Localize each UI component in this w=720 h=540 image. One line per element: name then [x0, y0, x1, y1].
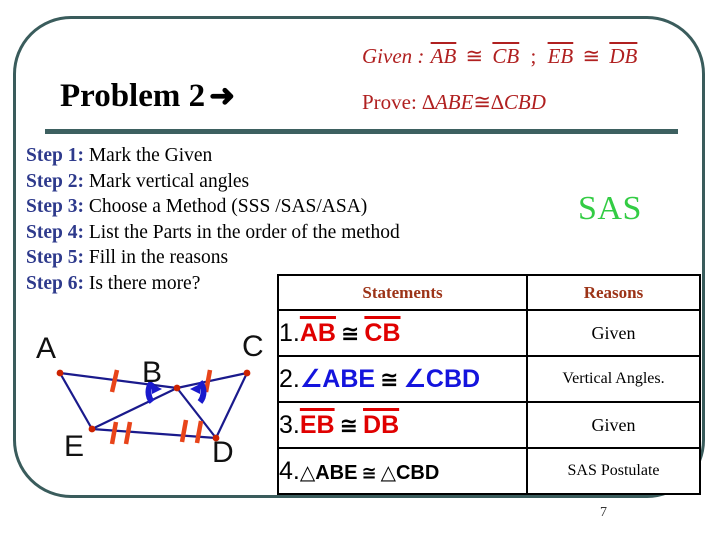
statement-left-4: △ABE — [299, 461, 358, 484]
statement-left-3: EB — [299, 410, 335, 439]
title-divider — [45, 129, 678, 134]
given-segment-2: CB — [492, 44, 520, 68]
congruent-icon: ≅ — [361, 462, 377, 483]
triangle-icon-1: ∆ — [422, 90, 435, 114]
statement-cell-4: 4.△ABE ≅ △CBD — [277, 447, 528, 495]
given-segment-3: EB — [547, 44, 574, 68]
given-label: Given : — [362, 44, 425, 68]
slide-canvas: Problem 2 ➜ Given : AB ≅ CB ; EB ≅ DB Pro… — [0, 0, 720, 540]
table-row: 4.△ABE ≅ △CBD SAS Postulate — [277, 447, 701, 495]
statement-right-1: CB — [364, 318, 401, 347]
step-text: Fill in the reasons — [88, 247, 229, 268]
congruent-icon-1: ≅ — [465, 44, 484, 68]
page-title: Problem 2 ➜ — [60, 78, 235, 115]
statement-number: 2. — [279, 365, 300, 393]
page-number: 7 — [600, 505, 607, 520]
reason-cell-3: Given — [526, 401, 701, 449]
statement-left-1: AB — [299, 318, 336, 347]
step-label: Step 3: — [26, 196, 84, 217]
given-segment-1: AB — [430, 44, 457, 68]
statement-right-4: △CBD — [380, 461, 440, 484]
statement-right-3: DB — [363, 410, 400, 439]
reason-cell-4: SAS Postulate — [526, 447, 701, 495]
given-statement: Given : AB ≅ CB ; EB ≅ DB — [362, 44, 638, 69]
step-label: Step 4: — [26, 221, 84, 243]
congruent-icon: ≅ — [339, 412, 359, 438]
statement-cell-1: 1.AB ≅ CB — [277, 309, 528, 357]
column-header-statements: Statements — [277, 274, 528, 311]
reason-cell-1: Given — [526, 309, 701, 357]
statement-left-2: ∠ABE — [299, 365, 376, 393]
statement-number: 4. — [279, 456, 300, 485]
vertex-label-e: E — [64, 430, 85, 463]
list-item: Step 3: Choose a Method (SSS /SAS/ASA) — [26, 194, 496, 220]
prove-triangle-1: ABE — [434, 90, 474, 114]
table-header-row: Statements Reasons — [277, 274, 701, 311]
step-text: Choose a Method (SSS /SAS/ASA) — [88, 196, 368, 217]
step-label: Step 6: — [26, 272, 84, 294]
statement-number: 1. — [279, 318, 300, 347]
statement-cell-2: 2.∠ABE ≅ ∠CBD — [277, 355, 528, 403]
step-text: Mark vertical angles — [88, 170, 250, 192]
step-text: List the Parts in the order of the metho… — [88, 221, 400, 243]
step-label: Step 5: — [26, 247, 84, 268]
given-separator: ; — [530, 44, 537, 68]
reason-cell-2: Vertical Angles. — [526, 355, 701, 403]
two-column-proof-table: Statements Reasons 1.AB ≅ CB Given 2.∠ABE ≅… — [277, 274, 701, 495]
table-row: 2.∠ABE ≅ ∠CBD Vertical Angles. — [277, 355, 701, 403]
vertex-label-a: A — [36, 332, 57, 365]
vertex-label-d: D — [212, 436, 234, 469]
prove-statement: Prove: ∆ABE≅∆CBD — [362, 90, 546, 115]
statement-cell-3: 3.EB ≅ DB — [277, 401, 528, 449]
statement-right-2: ∠CBD — [403, 365, 481, 393]
congruent-icon: ≅ — [380, 367, 399, 392]
list-item: Step 2: Mark vertical angles — [26, 169, 496, 195]
prove-triangle-2: CBD — [503, 90, 546, 114]
arrow-right-icon: ➜ — [209, 78, 236, 113]
prove-label: Prove: — [362, 90, 417, 114]
statement-number: 3. — [279, 410, 300, 439]
congruent-icon-2: ≅ — [582, 44, 601, 68]
table-row: 3.EB ≅ DB Given — [277, 401, 701, 449]
page-title-text: Problem 2 — [60, 78, 206, 114]
triangle-icon-2: ∆ — [491, 90, 504, 114]
geometry-diagram: A B C E D — [34, 326, 284, 491]
step-text: Mark the Given — [88, 145, 213, 166]
vertex-label-b: B — [142, 356, 163, 389]
step-text: Is there more? — [88, 272, 201, 294]
step-label: Step 1: — [26, 145, 84, 166]
congruent-icon-prove: ≅ — [473, 90, 492, 114]
step-label: Step 2: — [26, 170, 84, 192]
vertex-label-c: C — [242, 330, 264, 363]
congruent-icon: ≅ — [340, 320, 360, 346]
list-item: Step 4: List the Parts in the order of t… — [26, 220, 496, 246]
list-item: Step 5: Fill in the reasons — [26, 245, 496, 271]
list-item: Step 1: Mark the Given — [26, 143, 496, 169]
given-segment-4: DB — [609, 44, 638, 68]
table-row: 1.AB ≅ CB Given — [277, 309, 701, 357]
column-header-reasons: Reasons — [526, 274, 701, 311]
method-callout: SAS — [578, 190, 642, 227]
